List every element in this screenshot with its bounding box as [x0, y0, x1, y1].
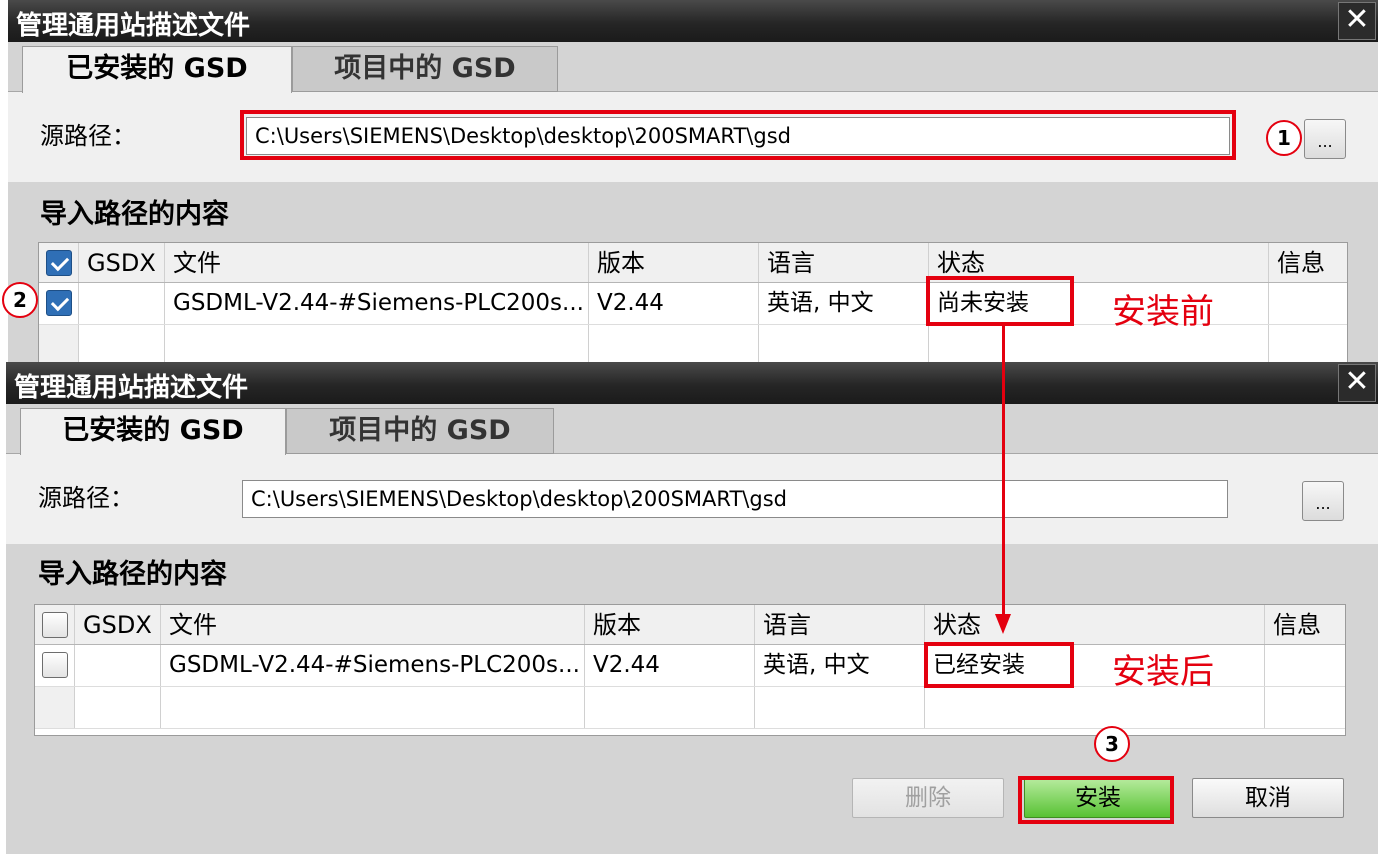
- delete-button[interactable]: 删除: [852, 778, 1004, 818]
- close-icon: ✕: [1344, 2, 1370, 37]
- empty-cell: [585, 687, 755, 728]
- empty-cell: [925, 687, 1265, 728]
- empty-cell: [75, 687, 161, 728]
- tab-installed-gsd[interactable]: 已安装的 GSD: [22, 46, 292, 93]
- cell-info: [1265, 645, 1345, 686]
- source-path-label: 源路径：: [40, 122, 136, 150]
- tab-project-gsd[interactable]: 项目中的 GSD: [292, 46, 558, 92]
- tab-strip: 已安装的 GSD 项目中的 GSD: [8, 42, 1378, 93]
- cell-info: [1269, 283, 1347, 324]
- column-header-language[interactable]: 语言: [759, 243, 929, 282]
- cell-gsdx: [79, 283, 165, 324]
- cell-version: V2.44: [589, 283, 759, 324]
- tab-project-gsd[interactable]: 项目中的 GSD: [286, 408, 554, 454]
- empty-cell: [1269, 325, 1347, 362]
- close-button[interactable]: ✕: [1338, 2, 1376, 40]
- table-header: GSDX 文件 版本 语言 状态 信息: [39, 243, 1347, 283]
- highlight-source-path: [240, 110, 1236, 160]
- bottom-strip: [0, 854, 1378, 867]
- empty-cell: [929, 325, 1269, 362]
- empty-cell: [1265, 687, 1345, 728]
- highlight-status-before: [926, 276, 1074, 326]
- title-bar: 管理通用站描述文件 ✕: [8, 0, 1378, 42]
- empty-cell: [35, 687, 75, 728]
- step-marker-2: 2: [2, 282, 38, 318]
- arrow-down-icon: [995, 614, 1011, 634]
- row-checkbox[interactable]: [46, 290, 72, 316]
- ellipsis-icon: ...: [1315, 494, 1331, 513]
- title-bar: 管理通用站描述文件 ✕: [6, 362, 1378, 404]
- column-header-version[interactable]: 版本: [585, 605, 755, 644]
- tab-installed-gsd[interactable]: 已安装的 GSD: [20, 408, 286, 455]
- column-header-file[interactable]: 文件: [161, 605, 585, 644]
- source-path-label: 源路径：: [38, 484, 134, 512]
- empty-cell: [165, 325, 589, 362]
- cell-file: GSDML-V2.44-#Siemens-PLC200s...: [161, 645, 585, 686]
- column-header-language[interactable]: 语言: [755, 605, 925, 644]
- empty-cell: [589, 325, 759, 362]
- column-header-info[interactable]: 信息: [1269, 243, 1347, 282]
- close-icon: ✕: [1344, 364, 1370, 399]
- highlight-status-after: [924, 642, 1074, 688]
- row-checkbox[interactable]: [42, 652, 68, 678]
- column-header-info[interactable]: 信息: [1265, 605, 1345, 644]
- dialog-title: 管理通用站描述文件: [16, 11, 251, 41]
- ellipsis-icon: ...: [1317, 132, 1333, 151]
- column-header-gsdx[interactable]: GSDX: [79, 243, 165, 282]
- annotation-before: 安装前: [1112, 292, 1214, 332]
- row-checkbox-cell: [35, 645, 75, 686]
- header-checkbox-cell: [35, 605, 75, 644]
- empty-cell: [161, 687, 585, 728]
- dialog-title: 管理通用站描述文件: [14, 373, 249, 403]
- highlight-install-button: [1018, 776, 1174, 824]
- row-checkbox-cell: [39, 283, 79, 324]
- import-content-label: 导入路径的内容: [38, 559, 227, 590]
- step-marker-1: 1: [1266, 120, 1302, 156]
- cell-version: V2.44: [585, 645, 755, 686]
- column-header-file[interactable]: 文件: [165, 243, 589, 282]
- import-content-label: 导入路径的内容: [40, 199, 229, 230]
- browse-button[interactable]: ...: [1302, 481, 1344, 521]
- cell-gsdx: [75, 645, 161, 686]
- cell-language: 英语, 中文: [755, 645, 925, 686]
- column-header-status[interactable]: 状态: [925, 605, 1265, 644]
- cancel-button[interactable]: 取消: [1192, 778, 1344, 818]
- empty-cell: [39, 325, 79, 362]
- empty-cell: [759, 325, 929, 362]
- browse-button[interactable]: ...: [1304, 119, 1346, 159]
- cell-file: GSDML-V2.44-#Siemens-PLC200s...: [165, 283, 589, 324]
- annotation-arrow-line: [1002, 326, 1005, 618]
- cell-language: 英语, 中文: [759, 283, 929, 324]
- select-all-checkbox[interactable]: [46, 250, 72, 276]
- source-path-input[interactable]: C:\Users\SIEMENS\Desktop\desktop\200SMAR…: [242, 480, 1228, 518]
- empty-cell: [79, 325, 165, 362]
- header-checkbox-cell: [39, 243, 79, 282]
- source-path-row: 源路径： C:\Users\SIEMENS\Desktop\desktop\20…: [6, 454, 1378, 544]
- column-header-version[interactable]: 版本: [589, 243, 759, 282]
- table-header: GSDX 文件 版本 语言 状态 信息: [35, 605, 1345, 645]
- empty-cell: [755, 687, 925, 728]
- step-marker-3: 3: [1094, 726, 1130, 762]
- table-row-empty: [35, 687, 1345, 729]
- close-button[interactable]: ✕: [1338, 364, 1376, 402]
- tab-strip: 已安装的 GSD 项目中的 GSD: [6, 404, 1378, 455]
- column-header-gsdx[interactable]: GSDX: [75, 605, 161, 644]
- select-all-checkbox[interactable]: [42, 612, 68, 638]
- annotation-after: 安装后: [1112, 652, 1214, 692]
